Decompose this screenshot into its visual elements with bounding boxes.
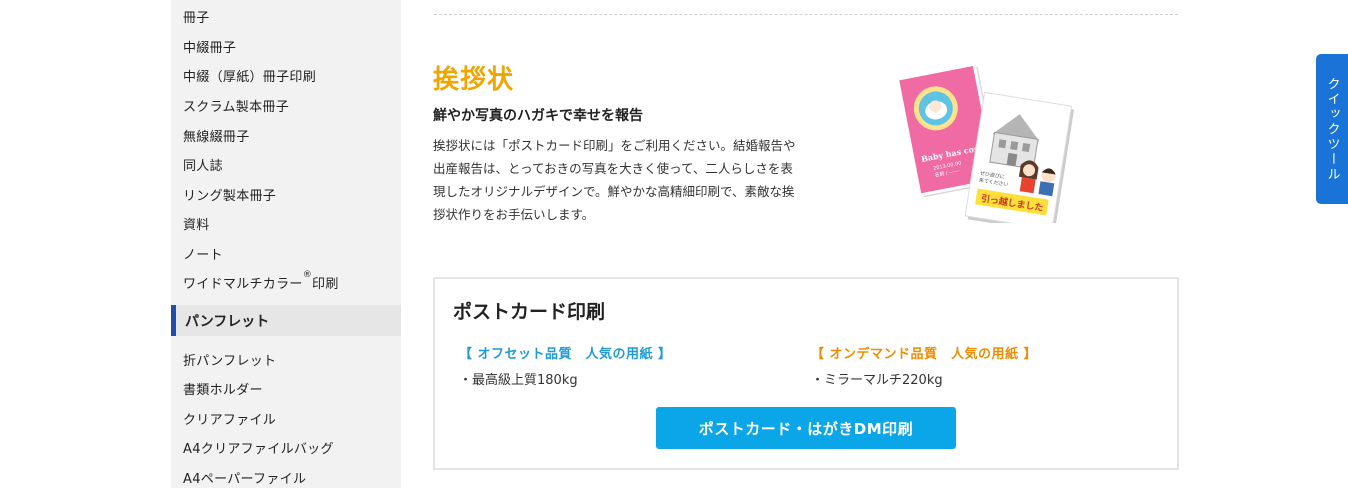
offset-quality-heading: 【 オフセット品質 人気の用紙 】 <box>459 347 672 362</box>
sidebar-section-pamphlet[interactable]: パンフレット <box>171 305 401 336</box>
sidebar-item-notebook[interactable]: ノート <box>183 244 223 263</box>
sidebar-item-label-suffix: 印刷 <box>312 277 339 292</box>
page-title: 挨拶状 <box>433 65 515 95</box>
sidebar-item-clear-file[interactable]: クリアファイル <box>183 409 276 428</box>
sidebar-item-saddle-stitch-thick[interactable]: 中綴（厚紙）冊子印刷 <box>183 66 316 85</box>
sidebar-item-documents[interactable]: 資料 <box>183 214 210 233</box>
sidebar-item-folded-pamphlet[interactable]: 折パンフレット <box>183 350 276 369</box>
sidebar-item-perfect-binding[interactable]: 無線綴冊子 <box>183 126 250 145</box>
page-description: 挨拶状には「ポストカード印刷」をご利用ください。結婚報告や出産報告は、とっておき… <box>433 138 796 222</box>
sidebar-item-doujinshi[interactable]: 同人誌 <box>183 155 223 174</box>
sidebar-item-a4-clear-file-bag[interactable]: A4クリアファイルバッグ <box>183 438 334 457</box>
sidebar-item-label: ワイドマルチカラー <box>183 277 303 292</box>
page-subtitle: 鮮やか写真のハガキで幸せを報告 <box>433 108 643 124</box>
quick-tool-label: クイックツール <box>1324 76 1340 182</box>
postcard-print-box: ポストカード印刷 【 オフセット品質 人気の用紙 】 ・最高級上質180kg 【… <box>433 277 1179 470</box>
ondemand-quality-heading: 【 オンデマンド品質 人気の用紙 】 <box>811 347 1038 362</box>
sidebar-item-ring-binding[interactable]: リング製本冊子 <box>183 185 276 204</box>
sidebar-item-booklet[interactable]: 冊子 <box>183 7 210 26</box>
greeting-cards-illustration: Baby has com 2013.00.00 名前 / —— ぜひ遊びに 来て… <box>895 62 1075 223</box>
registered-mark: ® <box>302 270 313 280</box>
sidebar-item-saddle-stitch[interactable]: 中綴冊子 <box>183 37 236 56</box>
sidebar-item-wide-multicolor[interactable]: ワイドマルチカラー®印刷 <box>183 270 339 292</box>
sidebar-section-label: パンフレット <box>185 314 270 330</box>
sidebar: 冊子 中綴冊子 中綴（厚紙）冊子印刷 スクラム製本冊子 無線綴冊子 同人誌 リン… <box>171 0 401 488</box>
offset-paper-item: ・最高級上質180kg <box>459 373 578 388</box>
sidebar-item-document-holder[interactable]: 書類ホルダー <box>183 379 263 398</box>
postcard-box-title: ポストカード印刷 <box>453 301 606 323</box>
sidebar-item-a4-paper-file[interactable]: A4ペーパーファイル <box>183 468 306 487</box>
sidebar-item-scrum-binding[interactable]: スクラム製本冊子 <box>183 96 289 115</box>
section-divider <box>434 14 1178 15</box>
quick-tool-tab[interactable]: クイックツール <box>1316 54 1348 204</box>
ondemand-paper-item: ・ミラーマルチ220kg <box>811 373 943 388</box>
postcard-dm-print-button[interactable]: ポストカード・はがきDM印刷 <box>656 407 956 449</box>
